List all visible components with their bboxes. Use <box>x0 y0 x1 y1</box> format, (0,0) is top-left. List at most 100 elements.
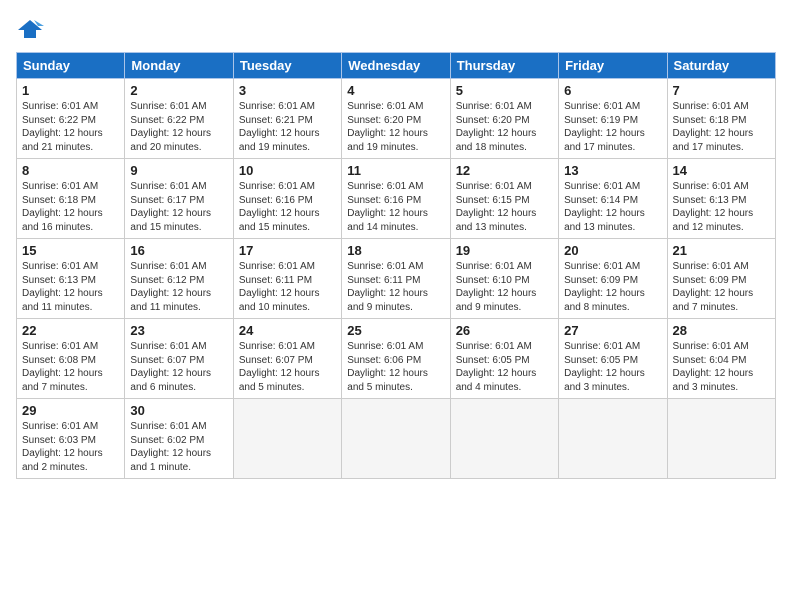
calendar-week-2: 8 Sunrise: 6:01 AM Sunset: 6:18 PM Dayli… <box>17 159 776 239</box>
calendar-cell: 7 Sunrise: 6:01 AM Sunset: 6:18 PM Dayli… <box>667 79 775 159</box>
day-number: 22 <box>22 323 119 338</box>
day-info: Sunrise: 6:01 AM Sunset: 6:05 PM Dayligh… <box>564 340 661 394</box>
day-info: Sunrise: 6:01 AM Sunset: 6:22 PM Dayligh… <box>130 100 227 154</box>
day-info: Sunrise: 6:01 AM Sunset: 6:08 PM Dayligh… <box>22 340 119 394</box>
day-info: Sunrise: 6:01 AM Sunset: 6:18 PM Dayligh… <box>22 180 119 234</box>
day-number: 3 <box>239 83 336 98</box>
day-number: 14 <box>673 163 770 178</box>
calendar-cell <box>450 399 558 479</box>
day-info: Sunrise: 6:01 AM Sunset: 6:10 PM Dayligh… <box>456 260 553 314</box>
calendar-cell <box>233 399 341 479</box>
day-info: Sunrise: 6:01 AM Sunset: 6:16 PM Dayligh… <box>347 180 444 234</box>
calendar-cell: 27 Sunrise: 6:01 AM Sunset: 6:05 PM Dayl… <box>559 319 667 399</box>
calendar-cell: 30 Sunrise: 6:01 AM Sunset: 6:02 PM Dayl… <box>125 399 233 479</box>
calendar-week-4: 22 Sunrise: 6:01 AM Sunset: 6:08 PM Dayl… <box>17 319 776 399</box>
day-info: Sunrise: 6:01 AM Sunset: 6:21 PM Dayligh… <box>239 100 336 154</box>
day-info: Sunrise: 6:01 AM Sunset: 6:05 PM Dayligh… <box>456 340 553 394</box>
day-number: 20 <box>564 243 661 258</box>
day-info: Sunrise: 6:01 AM Sunset: 6:02 PM Dayligh… <box>130 420 227 474</box>
calendar-cell: 17 Sunrise: 6:01 AM Sunset: 6:11 PM Dayl… <box>233 239 341 319</box>
day-number: 10 <box>239 163 336 178</box>
calendar-header-saturday: Saturday <box>667 53 775 79</box>
day-info: Sunrise: 6:01 AM Sunset: 6:17 PM Dayligh… <box>130 180 227 234</box>
day-info: Sunrise: 6:01 AM Sunset: 6:03 PM Dayligh… <box>22 420 119 474</box>
calendar-cell: 3 Sunrise: 6:01 AM Sunset: 6:21 PM Dayli… <box>233 79 341 159</box>
day-info: Sunrise: 6:01 AM Sunset: 6:09 PM Dayligh… <box>673 260 770 314</box>
day-info: Sunrise: 6:01 AM Sunset: 6:07 PM Dayligh… <box>239 340 336 394</box>
calendar-cell: 6 Sunrise: 6:01 AM Sunset: 6:19 PM Dayli… <box>559 79 667 159</box>
calendar-header-tuesday: Tuesday <box>233 53 341 79</box>
logo <box>16 16 48 44</box>
day-info: Sunrise: 6:01 AM Sunset: 6:19 PM Dayligh… <box>564 100 661 154</box>
calendar-header-row: SundayMondayTuesdayWednesdayThursdayFrid… <box>17 53 776 79</box>
calendar-cell: 5 Sunrise: 6:01 AM Sunset: 6:20 PM Dayli… <box>450 79 558 159</box>
day-number: 21 <box>673 243 770 258</box>
calendar-body: 1 Sunrise: 6:01 AM Sunset: 6:22 PM Dayli… <box>17 79 776 479</box>
calendar-cell: 16 Sunrise: 6:01 AM Sunset: 6:12 PM Dayl… <box>125 239 233 319</box>
day-number: 13 <box>564 163 661 178</box>
calendar-cell <box>667 399 775 479</box>
day-info: Sunrise: 6:01 AM Sunset: 6:13 PM Dayligh… <box>22 260 119 314</box>
day-info: Sunrise: 6:01 AM Sunset: 6:13 PM Dayligh… <box>673 180 770 234</box>
calendar-cell: 24 Sunrise: 6:01 AM Sunset: 6:07 PM Dayl… <box>233 319 341 399</box>
day-info: Sunrise: 6:01 AM Sunset: 6:14 PM Dayligh… <box>564 180 661 234</box>
calendar-cell: 11 Sunrise: 6:01 AM Sunset: 6:16 PM Dayl… <box>342 159 450 239</box>
day-number: 1 <box>22 83 119 98</box>
calendar-table: SundayMondayTuesdayWednesdayThursdayFrid… <box>16 52 776 479</box>
day-info: Sunrise: 6:01 AM Sunset: 6:18 PM Dayligh… <box>673 100 770 154</box>
calendar-cell: 13 Sunrise: 6:01 AM Sunset: 6:14 PM Dayl… <box>559 159 667 239</box>
calendar-cell: 25 Sunrise: 6:01 AM Sunset: 6:06 PM Dayl… <box>342 319 450 399</box>
calendar-header-sunday: Sunday <box>17 53 125 79</box>
calendar-cell: 18 Sunrise: 6:01 AM Sunset: 6:11 PM Dayl… <box>342 239 450 319</box>
day-info: Sunrise: 6:01 AM Sunset: 6:11 PM Dayligh… <box>239 260 336 314</box>
calendar-cell: 15 Sunrise: 6:01 AM Sunset: 6:13 PM Dayl… <box>17 239 125 319</box>
calendar-cell: 9 Sunrise: 6:01 AM Sunset: 6:17 PM Dayli… <box>125 159 233 239</box>
day-number: 15 <box>22 243 119 258</box>
calendar-cell: 14 Sunrise: 6:01 AM Sunset: 6:13 PM Dayl… <box>667 159 775 239</box>
calendar-cell: 28 Sunrise: 6:01 AM Sunset: 6:04 PM Dayl… <box>667 319 775 399</box>
calendar-week-5: 29 Sunrise: 6:01 AM Sunset: 6:03 PM Dayl… <box>17 399 776 479</box>
calendar-cell <box>559 399 667 479</box>
calendar-header-thursday: Thursday <box>450 53 558 79</box>
day-number: 5 <box>456 83 553 98</box>
calendar-cell: 2 Sunrise: 6:01 AM Sunset: 6:22 PM Dayli… <box>125 79 233 159</box>
day-number: 11 <box>347 163 444 178</box>
day-number: 27 <box>564 323 661 338</box>
day-number: 19 <box>456 243 553 258</box>
day-number: 6 <box>564 83 661 98</box>
calendar-cell: 10 Sunrise: 6:01 AM Sunset: 6:16 PM Dayl… <box>233 159 341 239</box>
day-info: Sunrise: 6:01 AM Sunset: 6:04 PM Dayligh… <box>673 340 770 394</box>
calendar-cell <box>342 399 450 479</box>
day-number: 17 <box>239 243 336 258</box>
day-number: 26 <box>456 323 553 338</box>
calendar-week-1: 1 Sunrise: 6:01 AM Sunset: 6:22 PM Dayli… <box>17 79 776 159</box>
day-number: 28 <box>673 323 770 338</box>
day-number: 12 <box>456 163 553 178</box>
day-info: Sunrise: 6:01 AM Sunset: 6:22 PM Dayligh… <box>22 100 119 154</box>
day-number: 8 <box>22 163 119 178</box>
calendar-header-friday: Friday <box>559 53 667 79</box>
day-number: 30 <box>130 403 227 418</box>
day-info: Sunrise: 6:01 AM Sunset: 6:07 PM Dayligh… <box>130 340 227 394</box>
calendar-cell: 22 Sunrise: 6:01 AM Sunset: 6:08 PM Dayl… <box>17 319 125 399</box>
day-info: Sunrise: 6:01 AM Sunset: 6:09 PM Dayligh… <box>564 260 661 314</box>
day-info: Sunrise: 6:01 AM Sunset: 6:15 PM Dayligh… <box>456 180 553 234</box>
day-number: 29 <box>22 403 119 418</box>
day-number: 4 <box>347 83 444 98</box>
day-number: 9 <box>130 163 227 178</box>
calendar-cell: 12 Sunrise: 6:01 AM Sunset: 6:15 PM Dayl… <box>450 159 558 239</box>
calendar-week-3: 15 Sunrise: 6:01 AM Sunset: 6:13 PM Dayl… <box>17 239 776 319</box>
calendar-cell: 19 Sunrise: 6:01 AM Sunset: 6:10 PM Dayl… <box>450 239 558 319</box>
calendar-cell: 23 Sunrise: 6:01 AM Sunset: 6:07 PM Dayl… <box>125 319 233 399</box>
calendar-cell: 1 Sunrise: 6:01 AM Sunset: 6:22 PM Dayli… <box>17 79 125 159</box>
calendar-cell: 21 Sunrise: 6:01 AM Sunset: 6:09 PM Dayl… <box>667 239 775 319</box>
day-number: 7 <box>673 83 770 98</box>
day-number: 24 <box>239 323 336 338</box>
calendar-cell: 8 Sunrise: 6:01 AM Sunset: 6:18 PM Dayli… <box>17 159 125 239</box>
calendar-cell: 29 Sunrise: 6:01 AM Sunset: 6:03 PM Dayl… <box>17 399 125 479</box>
day-info: Sunrise: 6:01 AM Sunset: 6:06 PM Dayligh… <box>347 340 444 394</box>
day-info: Sunrise: 6:01 AM Sunset: 6:20 PM Dayligh… <box>456 100 553 154</box>
calendar-cell: 26 Sunrise: 6:01 AM Sunset: 6:05 PM Dayl… <box>450 319 558 399</box>
day-number: 2 <box>130 83 227 98</box>
calendar-header-wednesday: Wednesday <box>342 53 450 79</box>
